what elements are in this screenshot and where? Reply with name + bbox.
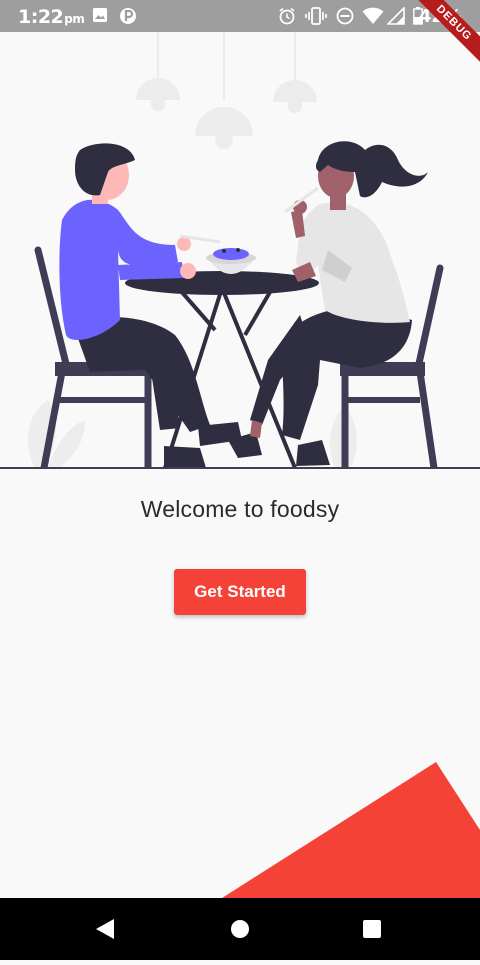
right-person bbox=[228, 141, 428, 466]
home-icon bbox=[231, 920, 249, 938]
back-icon bbox=[96, 919, 114, 939]
welcome-text: Welcome to foodsy bbox=[140, 496, 340, 522]
home-button[interactable] bbox=[210, 898, 270, 960]
back-button[interactable] bbox=[76, 898, 136, 960]
recents-button[interactable] bbox=[342, 898, 402, 960]
dining-illustration bbox=[0, 32, 480, 469]
get-started-button[interactable]: Get Started bbox=[174, 569, 306, 615]
ceiling-lamps bbox=[136, 32, 317, 149]
corner-decoration bbox=[222, 762, 480, 898]
navigation-bar bbox=[0, 898, 480, 960]
recents-icon bbox=[363, 920, 381, 938]
